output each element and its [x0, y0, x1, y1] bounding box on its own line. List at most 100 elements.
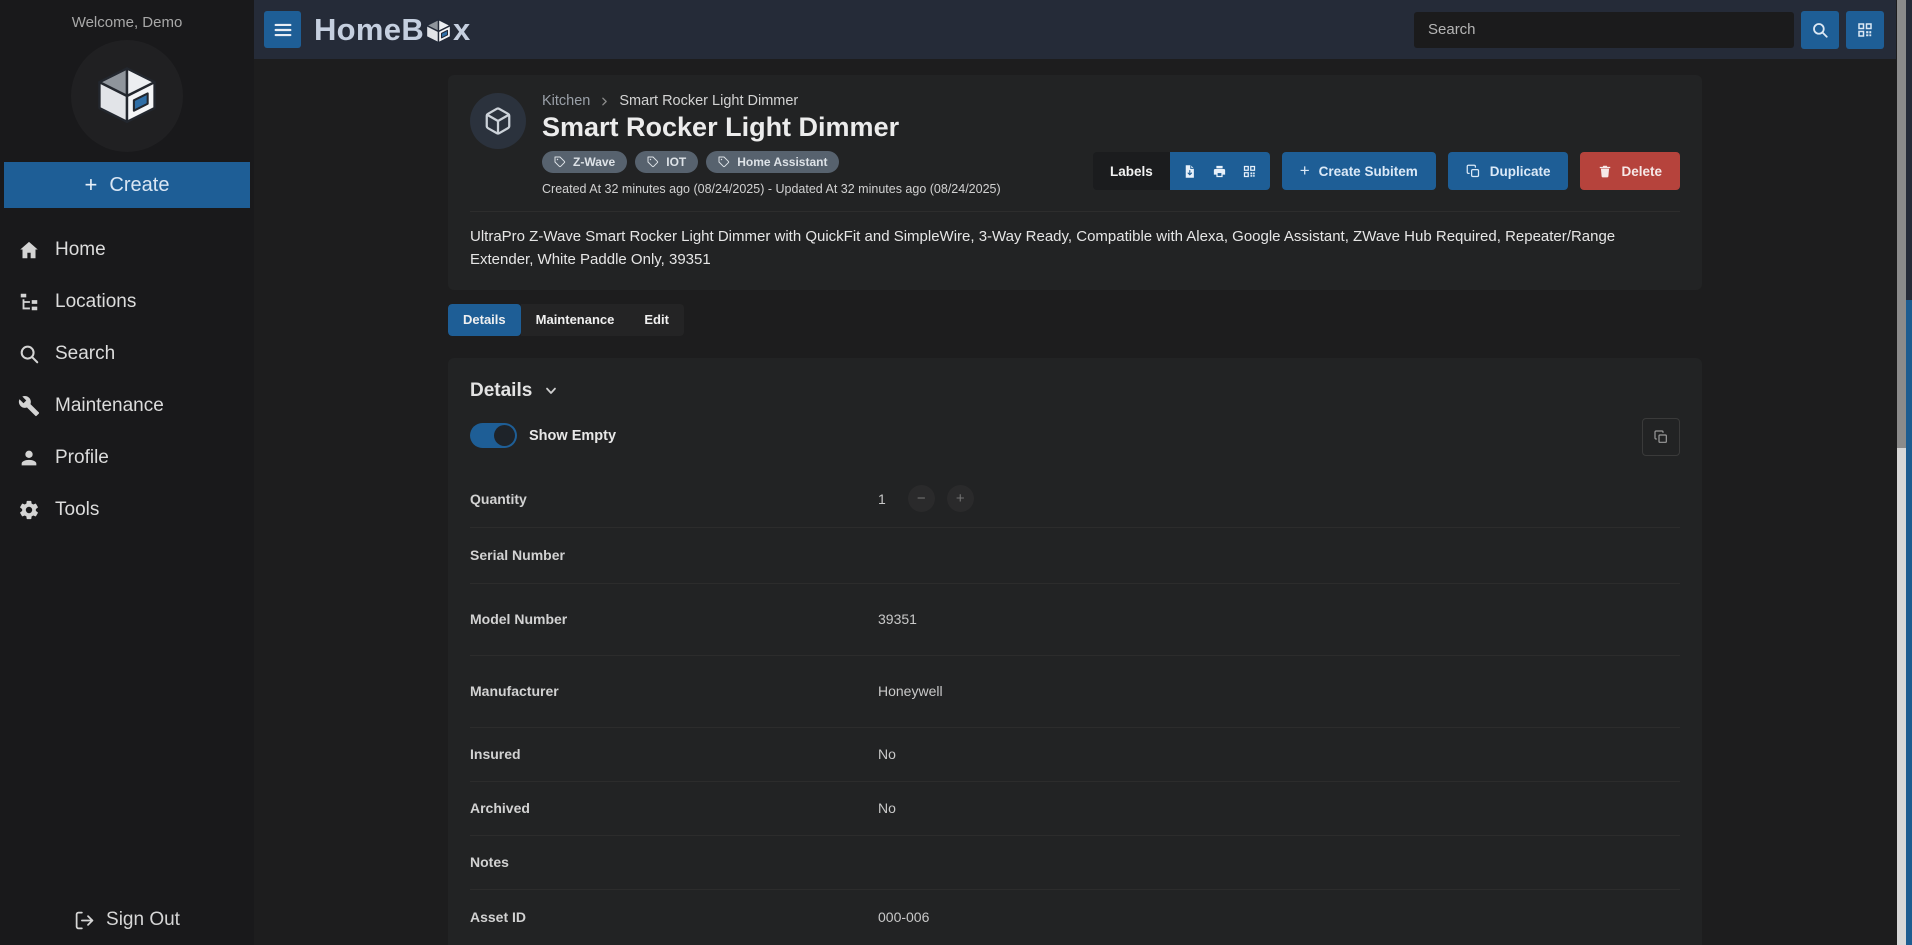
- table-row: Asset ID 000-006: [470, 890, 1680, 944]
- main-content: Kitchen Smart Rocker Light Dimmer Smart …: [254, 59, 1896, 945]
- delete-button[interactable]: Delete: [1580, 152, 1680, 190]
- table-row: Insured No: [470, 728, 1680, 782]
- item-avatar: [470, 93, 526, 149]
- labels-button[interactable]: Labels: [1093, 152, 1170, 190]
- details-card: Details Show Empty Quantity: [448, 358, 1702, 945]
- box-icon: [483, 106, 513, 136]
- sidebar-menu: Home Locations Search Maintenance Profil…: [0, 208, 254, 536]
- row-value: Honeywell: [878, 683, 943, 699]
- search-input[interactable]: [1414, 12, 1794, 48]
- details-table: Quantity 1 − + Serial Number: [470, 471, 1680, 944]
- label-file-button[interactable]: [1175, 152, 1205, 190]
- copy-details-button[interactable]: [1642, 418, 1680, 456]
- sidebar-item-search[interactable]: Search: [18, 328, 254, 380]
- sidebar-item-tools[interactable]: Tools: [18, 484, 254, 536]
- tab-bar: Details Maintenance Edit: [448, 304, 684, 336]
- sidebar: Welcome, Demo + Create Home: [0, 0, 254, 945]
- table-row: Quantity 1 − +: [470, 471, 1680, 528]
- label-qr-button[interactable]: [1235, 152, 1265, 190]
- tab-edit[interactable]: Edit: [629, 304, 684, 336]
- row-value: No: [878, 800, 896, 816]
- create-subitem-button[interactable]: + Create Subitem: [1282, 152, 1436, 190]
- row-label: Quantity: [470, 491, 878, 507]
- tag-icon: [554, 156, 566, 168]
- sign-out-button[interactable]: Sign Out: [74, 909, 180, 931]
- create-button[interactable]: + Create: [4, 162, 250, 208]
- row-value: 1: [878, 491, 886, 507]
- topbar: HomeB x: [254, 0, 1896, 59]
- row-value: No: [878, 746, 896, 762]
- breadcrumb: Kitchen Smart Rocker Light Dimmer: [542, 93, 1001, 109]
- chevron-right-icon: [599, 96, 610, 107]
- row-value: 39351: [878, 611, 917, 627]
- menu-button[interactable]: [264, 11, 301, 48]
- item-header-card: Kitchen Smart Rocker Light Dimmer Smart …: [448, 75, 1702, 290]
- wrench-icon: [18, 395, 40, 417]
- table-row: Model Number 39351: [470, 584, 1680, 656]
- sidebar-item-home[interactable]: Home: [18, 224, 254, 276]
- box-logo-icon: [96, 66, 158, 126]
- copy-icon: [1653, 429, 1669, 445]
- scrollbar-thumb[interactable]: [1897, 0, 1906, 448]
- tag-icon: [718, 156, 730, 168]
- box-logo-icon: [425, 18, 452, 45]
- search-icon: [1811, 21, 1829, 39]
- details-section-toggle[interactable]: Details: [470, 358, 559, 402]
- label-tag[interactable]: Z-Wave: [542, 151, 627, 173]
- row-label: Notes: [470, 854, 878, 870]
- trash-icon: [1598, 164, 1612, 178]
- row-label: Archived: [470, 800, 878, 816]
- label-tag[interactable]: Home Assistant: [706, 151, 839, 173]
- app-root: Welcome, Demo + Create Home: [0, 0, 1912, 945]
- qr-scan-icon: [1856, 21, 1874, 39]
- table-row: Serial Number: [470, 528, 1680, 584]
- tag-list: Z-Wave IOT Home Assistant: [542, 151, 1001, 173]
- app-logo: [71, 40, 183, 152]
- label-print-button[interactable]: [1205, 152, 1235, 190]
- search-icon: [18, 343, 40, 365]
- search-button[interactable]: [1801, 11, 1839, 49]
- breadcrumb-current: Smart Rocker Light Dimmer: [619, 93, 798, 109]
- file-download-icon: [1182, 164, 1197, 179]
- labels-button-group: Labels: [1093, 152, 1270, 190]
- scrollbar-track[interactable]: [1897, 0, 1906, 945]
- show-empty-row: Show Empty: [470, 421, 1680, 451]
- row-label: Model Number: [470, 611, 878, 627]
- breadcrumb-parent-link[interactable]: Kitchen: [542, 93, 590, 109]
- created-updated-meta: Created At 32 minutes ago (08/24/2025) -…: [542, 182, 1001, 196]
- toggle-knob: [494, 425, 515, 446]
- show-empty-label: Show Empty: [529, 428, 616, 444]
- user-icon: [18, 447, 40, 469]
- qr-code-icon: [1242, 164, 1257, 179]
- quantity-increment-button[interactable]: +: [947, 485, 974, 512]
- logout-icon: [74, 910, 95, 931]
- gear-icon: [18, 499, 40, 521]
- sidebar-item-maintenance[interactable]: Maintenance: [18, 380, 254, 432]
- table-row: Manufacturer Honeywell: [470, 656, 1680, 728]
- page-title: Smart Rocker Light Dimmer: [542, 112, 1001, 143]
- chevron-down-icon: [543, 383, 559, 399]
- item-description: UltraPro Z-Wave Smart Rocker Light Dimme…: [470, 211, 1680, 290]
- qr-scan-button[interactable]: [1846, 11, 1884, 49]
- brand-logo[interactable]: HomeB x: [314, 12, 471, 48]
- home-icon: [18, 239, 40, 261]
- table-row: Notes: [470, 836, 1680, 890]
- welcome-text: Welcome, Demo: [72, 12, 183, 34]
- show-empty-toggle[interactable]: [470, 423, 517, 448]
- tab-maintenance[interactable]: Maintenance: [521, 304, 630, 336]
- quantity-decrement-button[interactable]: −: [908, 485, 935, 512]
- row-value: 000-006: [878, 909, 929, 925]
- sidebar-item-locations[interactable]: Locations: [18, 276, 254, 328]
- hamburger-icon: [272, 19, 294, 41]
- table-row: Archived No: [470, 782, 1680, 836]
- quantity-stepper: − +: [908, 485, 974, 512]
- locations-tree-icon: [18, 291, 40, 313]
- tab-details[interactable]: Details: [448, 304, 521, 336]
- duplicate-button[interactable]: Duplicate: [1448, 152, 1569, 190]
- sidebar-item-profile[interactable]: Profile: [18, 432, 254, 484]
- plus-icon: +: [85, 172, 98, 198]
- row-label: Insured: [470, 746, 878, 762]
- copy-icon: [1466, 164, 1481, 179]
- row-label: Serial Number: [470, 547, 878, 563]
- label-tag[interactable]: IOT: [635, 151, 698, 173]
